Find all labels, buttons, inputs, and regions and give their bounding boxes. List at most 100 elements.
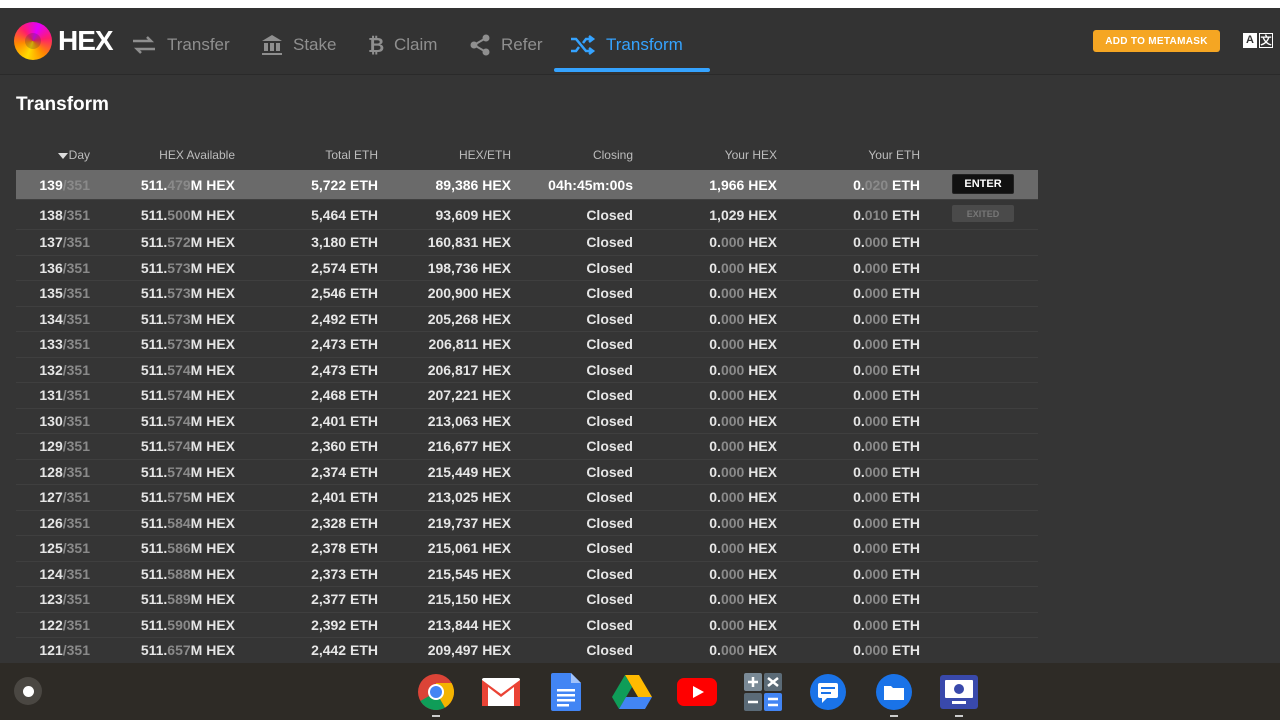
cell-total-eth: 2,442 ETH — [311, 642, 378, 658]
hex-logo[interactable]: HEX — [14, 22, 114, 60]
cell-hex-eth: 213,063 HEX — [427, 412, 511, 429]
cell-hex-available: 511.572M HEX — [140, 234, 235, 250]
nav-stake[interactable]: Stake — [261, 16, 336, 74]
cell-closing: Closed — [586, 565, 633, 582]
share-icon — [470, 34, 490, 56]
cell-hex-available: 511.588M HEX — [140, 565, 235, 582]
cell-your-eth: 0.000 ETH — [853, 336, 920, 352]
nav-transform[interactable]: Transform — [570, 16, 683, 74]
cell-total-eth: 2,401 ETH — [311, 489, 378, 505]
shelf-app-docs[interactable] — [546, 672, 586, 712]
add-to-metamask-button[interactable]: ADD TO METAMASK — [1093, 30, 1220, 52]
cell-total-eth: 2,360 ETH — [311, 438, 378, 454]
cell-total-eth: 2,473 ETH — [311, 336, 378, 352]
cell-hex-eth: 206,811 HEX — [428, 336, 511, 352]
running-indicator — [890, 715, 898, 717]
cell-closing: Closed — [586, 438, 633, 454]
cell-your-hex: 0.000 HEX — [709, 310, 777, 327]
cell-closing: 04h:45m:00s — [548, 177, 633, 193]
cell-total-eth: 2,468 ETH — [311, 387, 378, 403]
cell-your-hex: 0.000 HEX — [709, 591, 777, 607]
table-row: 139/351 511.479M HEX 5,722 ETH 89,386 HE… — [16, 170, 1038, 200]
nav-refer[interactable]: Refer — [469, 16, 543, 74]
cell-your-hex: 0.000 HEX — [709, 565, 777, 582]
cell-your-eth: 0.000 ETH — [853, 616, 920, 633]
launcher-button[interactable] — [14, 677, 42, 705]
cell-day: 124/351 — [39, 565, 90, 582]
shelf-app-drive[interactable] — [612, 672, 652, 712]
youtube-icon — [677, 678, 717, 706]
cell-closing: Closed — [586, 285, 633, 301]
shelf-app-youtube[interactable] — [677, 672, 717, 712]
cell-total-eth: 2,377 ETH — [311, 591, 378, 607]
table-row: 130/351 511.574M HEX 2,401 ETH 213,063 H… — [16, 409, 1038, 434]
screen-recorder-icon — [940, 675, 978, 709]
shelf-app-messages[interactable] — [808, 672, 848, 712]
table-row: 135/351 511.573M HEX 2,546 ETH 200,900 H… — [16, 281, 1038, 307]
cell-hex-eth: 215,449 HEX — [427, 463, 511, 480]
shelf-app-screen-recorder[interactable] — [939, 672, 979, 717]
language-icon[interactable]: A 文 — [1243, 33, 1273, 49]
cell-your-hex: 0.000 HEX — [709, 387, 777, 403]
cell-total-eth: 5,464 ETH — [311, 207, 378, 223]
cell-hex-available: 511.573M HEX — [140, 259, 235, 276]
cell-your-eth: 0.010 ETH — [853, 207, 920, 223]
table-row: 126/351 511.584M HEX 2,328 ETH 219,737 H… — [16, 511, 1038, 536]
cell-your-eth: 0.000 ETH — [853, 565, 920, 582]
table-row: 125/351 511.586M HEX 2,378 ETH 215,061 H… — [16, 536, 1038, 562]
shelf-app-calculator[interactable] — [743, 672, 783, 712]
shuffle-icon — [571, 35, 596, 55]
cell-hex-available: 511.657M HEX — [140, 642, 235, 658]
header-closing: Closing — [592, 148, 633, 162]
cell-your-hex: 0.000 HEX — [709, 463, 777, 480]
cell-day: 133/351 — [39, 336, 90, 352]
nav-transfer-label: Transfer — [167, 35, 230, 54]
cell-day: 132/351 — [39, 361, 90, 378]
cell-hex-eth: 160,831 HEX — [427, 234, 511, 250]
files-icon — [876, 674, 912, 710]
active-tab-indicator — [554, 68, 710, 72]
cell-your-hex: 0.000 HEX — [709, 412, 777, 429]
cell-your-eth: 0.000 ETH — [853, 234, 920, 250]
shelf-app-files[interactable] — [874, 672, 914, 717]
cell-day: 136/351 — [39, 259, 90, 276]
nav-claim[interactable]: ₿ Claim — [368, 16, 437, 74]
browser-top-strip — [0, 0, 1280, 8]
cell-your-hex: 1,966 HEX — [709, 177, 777, 193]
cell-hex-eth: 216,677 HEX — [427, 438, 511, 454]
cell-closing: Closed — [586, 463, 633, 480]
cell-closing: Closed — [586, 259, 633, 276]
svg-text:₿: ₿ — [368, 34, 384, 56]
cell-your-eth: 0.000 ETH — [853, 463, 920, 480]
cell-hex-eth: 93,609 HEX — [435, 207, 512, 223]
cell-your-eth: 0.000 ETH — [853, 387, 920, 403]
chrome-icon — [418, 674, 455, 711]
enter-button[interactable]: ENTER — [952, 174, 1014, 194]
cell-day: 126/351 — [39, 514, 90, 531]
header-hex-eth: HEX/ETH — [458, 148, 511, 162]
shelf-app-gmail[interactable] — [481, 672, 521, 712]
cell-your-hex: 0.000 HEX — [709, 616, 777, 633]
cell-closing: Closed — [586, 361, 633, 378]
cell-hex-eth: 215,150 HEX — [427, 591, 511, 607]
cell-hex-available: 511.575M HEX — [140, 489, 235, 505]
nav-transfer[interactable]: Transfer — [131, 16, 230, 74]
header-your-eth: Your ETH — [868, 148, 920, 162]
cell-your-hex: 0.000 HEX — [709, 642, 777, 658]
nav-stake-label: Stake — [293, 35, 337, 54]
cell-closing: Closed — [586, 540, 633, 556]
table-row: 127/351 511.575M HEX 2,401 ETH 213,025 H… — [16, 485, 1038, 511]
cell-hex-available: 511.479M HEX — [140, 177, 235, 193]
shelf-app-chrome[interactable] — [416, 672, 456, 717]
header-day[interactable]: Day — [16, 148, 90, 162]
bitcoin-icon: ₿ — [368, 34, 384, 56]
header-your-hex: Your HEX — [724, 148, 777, 162]
cell-closing: Closed — [586, 489, 633, 505]
cell-your-eth: 0.000 ETH — [853, 412, 920, 429]
cell-closing: Closed — [586, 514, 633, 531]
cell-total-eth: 2,546 ETH — [311, 285, 378, 301]
cell-hex-available: 511.574M HEX — [140, 438, 235, 454]
language-icon-b: 文 — [1259, 33, 1273, 48]
cell-day: 122/351 — [39, 616, 90, 633]
bank-icon — [262, 35, 282, 55]
